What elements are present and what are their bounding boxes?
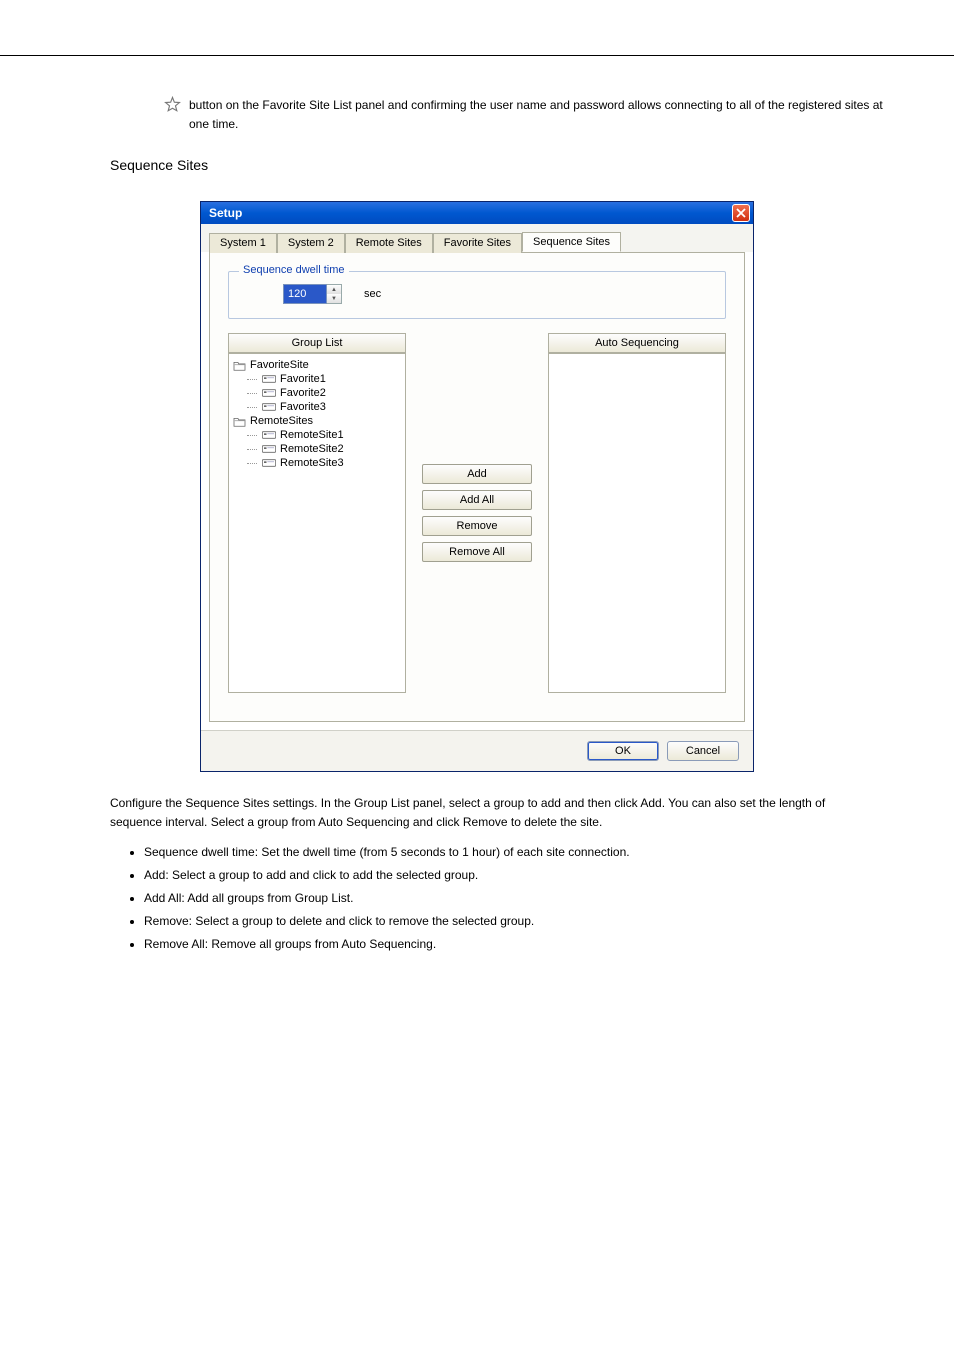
tree-item[interactable]: RemoteSite2 bbox=[247, 442, 401, 456]
tree-item[interactable]: Favorite3 bbox=[247, 400, 401, 414]
window-title: Setup bbox=[209, 206, 242, 220]
remove-all-button[interactable]: Remove All bbox=[422, 542, 532, 562]
dwell-time-input[interactable] bbox=[283, 284, 327, 304]
add-button[interactable]: Add bbox=[422, 464, 532, 484]
folder-icon bbox=[233, 416, 246, 427]
tree-item[interactable]: Favorite1 bbox=[247, 372, 401, 386]
auto-sequencing-list[interactable] bbox=[548, 353, 726, 693]
setup-dialog: Setup System 1 System 2 Remote Sites Fav… bbox=[200, 201, 754, 772]
list-item: Remove All: Remove all groups from Auto … bbox=[144, 933, 844, 956]
tree-item[interactable]: RemoteSite3 bbox=[247, 456, 401, 470]
titlebar: Setup bbox=[201, 202, 753, 224]
dwell-time-stepper[interactable]: ▲ ▼ bbox=[283, 284, 342, 304]
tab-panel: Sequence dwell time ▲ ▼ sec Group List bbox=[209, 252, 745, 722]
dwell-time-unit: sec bbox=[364, 288, 381, 300]
dwell-time-fieldset: Sequence dwell time ▲ ▼ sec bbox=[228, 271, 726, 319]
device-icon bbox=[262, 444, 276, 454]
favorite-star-icon bbox=[164, 96, 181, 113]
description-paragraph: Configure the Sequence Sites settings. I… bbox=[110, 794, 844, 831]
intro-paragraph: button on the Favorite Site List panel a… bbox=[189, 96, 884, 133]
dialog-button-bar: OK Cancel bbox=[201, 730, 753, 771]
section-heading: Sequence Sites bbox=[110, 157, 884, 173]
tab-bar: System 1 System 2 Remote Sites Favorite … bbox=[201, 224, 753, 252]
device-icon bbox=[262, 402, 276, 412]
tab-favorite-sites[interactable]: Favorite Sites bbox=[433, 233, 522, 253]
spinner-down-icon[interactable]: ▼ bbox=[327, 294, 341, 303]
group-list-header: Group List bbox=[228, 333, 406, 353]
ok-button[interactable]: OK bbox=[587, 741, 659, 761]
tree-item[interactable]: RemoteSite1 bbox=[247, 428, 401, 442]
spinner-up-icon[interactable]: ▲ bbox=[327, 285, 341, 294]
tab-system-2[interactable]: System 2 bbox=[277, 233, 345, 253]
device-icon bbox=[262, 458, 276, 468]
close-icon[interactable] bbox=[732, 204, 750, 222]
group-list[interactable]: FavoriteSite Favorite1 Favorite2 Fa bbox=[228, 353, 406, 693]
tab-remote-sites[interactable]: Remote Sites bbox=[345, 233, 433, 253]
device-icon bbox=[262, 388, 276, 398]
list-item: Add: Select a group to add and click to … bbox=[144, 864, 844, 887]
remove-button[interactable]: Remove bbox=[422, 516, 532, 536]
cancel-button[interactable]: Cancel bbox=[667, 741, 739, 761]
add-all-button[interactable]: Add All bbox=[422, 490, 532, 510]
list-item: Add All: Add all groups from Group List. bbox=[144, 887, 844, 910]
list-item: Remove: Select a group to delete and cli… bbox=[144, 910, 844, 933]
dwell-time-legend: Sequence dwell time bbox=[239, 264, 349, 276]
auto-sequencing-header: Auto Sequencing bbox=[548, 333, 726, 353]
tree-group[interactable]: RemoteSites bbox=[233, 414, 401, 428]
tree-group[interactable]: FavoriteSite bbox=[233, 358, 401, 372]
bullet-list: Sequence dwell time: Set the dwell time … bbox=[144, 841, 844, 955]
device-icon bbox=[262, 374, 276, 384]
tab-system-1[interactable]: System 1 bbox=[209, 233, 277, 253]
tab-sequence-sites[interactable]: Sequence Sites bbox=[522, 232, 621, 252]
device-icon bbox=[262, 430, 276, 440]
tree-item[interactable]: Favorite2 bbox=[247, 386, 401, 400]
list-item: Sequence dwell time: Set the dwell time … bbox=[144, 841, 844, 864]
folder-icon bbox=[233, 360, 246, 371]
